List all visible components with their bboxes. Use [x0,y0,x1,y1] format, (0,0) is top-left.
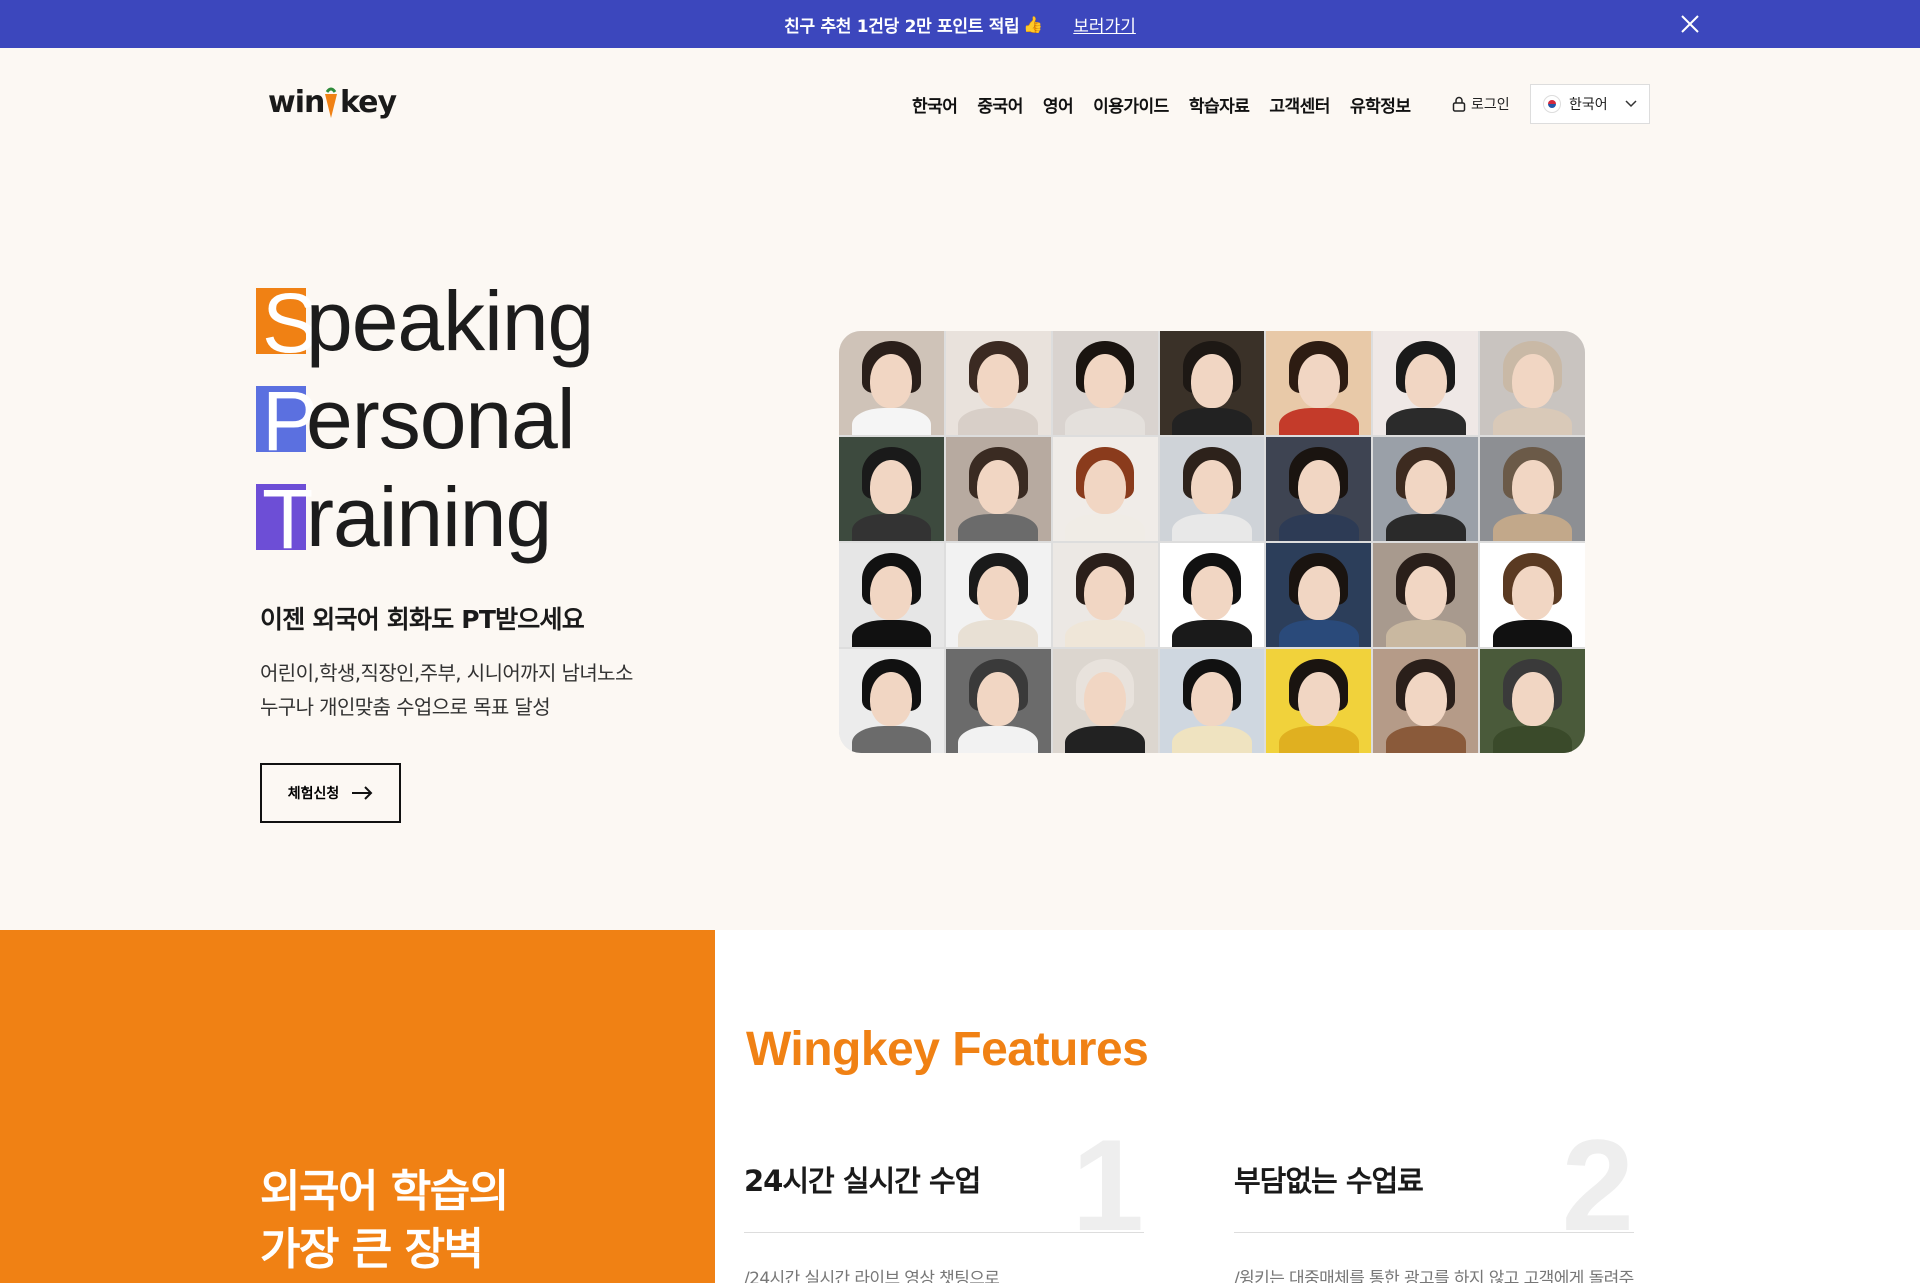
tutor-photo [1052,649,1158,753]
tutor-photo [1159,543,1265,647]
nav-materials[interactable]: 학습자료 [1189,92,1250,117]
promo-link[interactable]: 보러가기 [1073,12,1136,37]
feature-heading: 24시간 실시간 수업 [744,1164,981,1198]
tutor-photo [1480,543,1585,647]
tutor-photo [839,437,944,541]
nav-english[interactable]: 영어 [1043,92,1074,117]
tutor-photo [1266,437,1372,541]
feature-card: 2 부담없는 수업료 /윙키는 대중매체를 통한 광고를 하지 않고 고객에게 … [1234,1120,1634,1283]
korea-flag-icon [1543,95,1561,113]
trial-apply-label: 체험신청 [287,785,340,801]
tutor-photo [1373,437,1479,541]
tutor-photo [945,543,1051,647]
features-title: Wingkey Features [746,1023,1149,1076]
tutor-photo [1052,543,1158,647]
feature-heading: 부담없는 수업료 [1234,1164,1424,1198]
divider [1234,1232,1634,1233]
language-value: 한국어 [1569,97,1608,113]
nav-study-abroad[interactable]: 유학정보 [1350,92,1411,117]
language-select[interactable]: 한국어 [1530,84,1650,124]
tutor-photo [1266,331,1372,435]
nav-guide[interactable]: 이용가이드 [1093,92,1169,117]
hero-rest-personal: ersonal [306,372,576,466]
hero-title: Speaking Personal Training [256,272,594,566]
tutor-photo [839,331,944,435]
chevron-down-icon [1625,100,1637,108]
login-label: 로그인 [1471,97,1510,113]
feature-description: /24시간 실시간 라이브 영상 챗팅으로 [744,1269,1000,1283]
hero-rest-training: raining [306,470,552,564]
hero-line-speaking: Speaking [256,272,594,370]
hero-line-personal: Personal [256,370,593,468]
nav-support[interactable]: 고객센터 [1269,92,1330,117]
tutor-photo [945,437,1051,541]
tutor-photo [1052,437,1158,541]
hero-cap-t: T [256,477,313,561]
tutor-photo [1480,331,1585,435]
tutor-photo [1159,437,1265,541]
hero-desc-line-1: 어린이,학생,직장인,주부, 시니어까지 남녀노소 [260,661,633,685]
thumbs-up-icon: 👍 [1023,14,1044,34]
hero-description: 어린이,학생,직장인,주부, 시니어까지 남녀노소 누구나 개인맞춤 수업으로 … [260,656,633,724]
nav-chinese[interactable]: 중국어 [977,92,1023,117]
tutor-photo [945,649,1051,753]
tutor-photo [1480,649,1585,753]
divider [744,1232,1144,1233]
tutor-photo [1373,331,1479,435]
login-link[interactable]: 로그인 [1452,94,1510,114]
tutor-photo [1159,331,1265,435]
main-nav: 한국어 중국어 영어 이용가이드 학습자료 고객센터 유학정보 [912,92,1431,117]
tutor-photo [1373,649,1479,753]
lock-icon [1452,96,1466,112]
nav-korean[interactable]: 한국어 [912,92,958,117]
trial-apply-button[interactable]: 체험신청 [260,763,401,823]
site-header: win key 한국어 중국어 영어 이용가이드 학습자료 고객센터 유학정보 … [0,48,1920,162]
tutor-photo [839,543,944,647]
tutor-photo [945,331,1051,435]
hero-desc-line-2: 누구나 개인맞춤 수업으로 목표 달성 [260,695,551,719]
hero-subtitle: 이젠 외국어 회화도 PT받으세요 [260,605,585,634]
tutor-photo [1266,543,1372,647]
features-side-title-line-2: 가장 큰 장벽 [260,1224,484,1275]
features-main-panel [715,930,1920,1283]
svg-text:key: key [340,85,397,120]
arrow-right-icon [352,786,373,800]
tutor-photo-grid [839,331,1585,753]
tutor-photo [1373,543,1479,647]
tutor-photo [1052,331,1158,435]
promo-text: 친구 추천 1건당 2만 포인트 적립 [784,16,1020,37]
feature-description: /윙키는 대중매체를 통한 광고를 하지 않고 고객에게 돌려주 [1234,1269,1634,1283]
tutor-photo [1480,437,1585,541]
wingkey-logo[interactable]: win key [268,82,398,122]
feature-card: 1 24시간 실시간 수업 /24시간 실시간 라이브 영상 챗팅으로 [744,1120,1144,1283]
features-side-title: 외국어 학습의 가장 큰 장벽 [260,1163,509,1279]
hero-line-training: Training [256,468,593,566]
svg-text:win: win [268,85,324,120]
promo-banner: 친구 추천 1건당 2만 포인트 적립 👍 보러가기 [0,0,1920,48]
tutor-photo [1159,649,1265,753]
close-icon[interactable] [1678,12,1702,36]
hero-cap-p: P [256,379,318,463]
tutor-photo [839,649,944,753]
features-side-title-line-1: 외국어 학습의 [260,1166,509,1217]
hero-cap-s: S [256,281,318,365]
hero-rest-speaking: peaking [306,274,594,368]
tutor-photo [1266,649,1372,753]
